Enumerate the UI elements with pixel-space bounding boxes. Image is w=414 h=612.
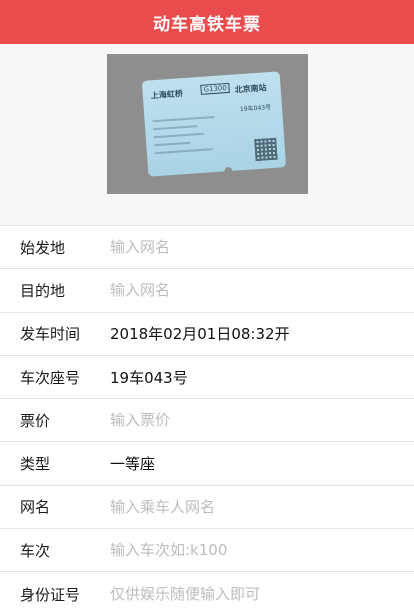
ticket-seat: 19车043号 bbox=[239, 103, 271, 114]
depart-time-value[interactable]: 2018年02月01日08:32开 bbox=[110, 323, 290, 344]
row-type[interactable]: 类型 一等座 bbox=[0, 442, 414, 486]
price-label: 票价 bbox=[20, 411, 51, 430]
depart-time-label: 发车时间 bbox=[20, 325, 81, 344]
page-title: 动车高铁车票 bbox=[153, 14, 261, 35]
row-train-no[interactable]: 车次 bbox=[0, 529, 414, 573]
photo-area: 上海虹桥 G1300 北京南站 19车043号 bbox=[0, 44, 414, 226]
row-nickname[interactable]: 网名 bbox=[0, 486, 414, 530]
header-bar: 动车高铁车票 bbox=[0, 0, 414, 44]
row-destination[interactable]: 目的地 bbox=[0, 269, 414, 313]
ticket-photo[interactable]: 上海虹桥 G1300 北京南站 19车043号 bbox=[106, 54, 308, 194]
train-no-input[interactable] bbox=[110, 541, 370, 560]
destination-input[interactable] bbox=[110, 281, 370, 300]
nickname-input[interactable] bbox=[110, 497, 370, 516]
ticket-form: 始发地 目的地 发车时间 2018年02月01日08:32开 车次座号 19车0… bbox=[0, 226, 414, 612]
ticket-text-line bbox=[154, 148, 213, 155]
row-seat[interactable]: 车次座号 19车043号 bbox=[0, 356, 414, 400]
ticket-form-screen: 动车高铁车票 上海虹桥 G1300 北京南站 19车043号 始发地 输入网名 … bbox=[0, 0, 414, 612]
price-input[interactable] bbox=[110, 411, 370, 430]
ticket-text-line bbox=[153, 141, 190, 147]
ticket-notch bbox=[223, 166, 233, 176]
ticket-from: 上海虹桥 bbox=[150, 89, 183, 101]
ticket-to: 北京南站 bbox=[233, 83, 267, 95]
ticket-train: G1300 bbox=[199, 82, 230, 95]
nickname-label: 网名 bbox=[20, 498, 51, 517]
type-label: 类型 bbox=[20, 455, 51, 474]
type-value[interactable]: 一等座 bbox=[110, 453, 155, 474]
ticket-qr-code bbox=[253, 137, 278, 162]
destination-label: 目的地 bbox=[20, 281, 66, 300]
departure-label: 始发地 bbox=[20, 238, 66, 257]
row-id-number[interactable]: 身份证号 bbox=[0, 572, 414, 612]
row-price[interactable]: 票价 bbox=[0, 399, 414, 443]
seat-label: 车次座号 bbox=[20, 368, 81, 387]
ticket-text-line bbox=[152, 125, 197, 131]
ticket-text-line bbox=[152, 115, 215, 123]
id-number-label: 身份证号 bbox=[20, 585, 81, 604]
row-depart-time[interactable]: 发车时间 2018年02月01日08:32开 bbox=[0, 313, 414, 356]
id-number-input[interactable] bbox=[110, 585, 370, 604]
departure-input[interactable] bbox=[110, 238, 370, 257]
train-no-label: 车次 bbox=[20, 541, 51, 560]
ticket-image: 上海虹桥 G1300 北京南站 19车043号 bbox=[141, 71, 286, 177]
row-departure[interactable]: 始发地 bbox=[0, 226, 414, 270]
ticket-text-line bbox=[153, 132, 204, 139]
seat-value[interactable]: 19车043号 bbox=[110, 367, 188, 388]
